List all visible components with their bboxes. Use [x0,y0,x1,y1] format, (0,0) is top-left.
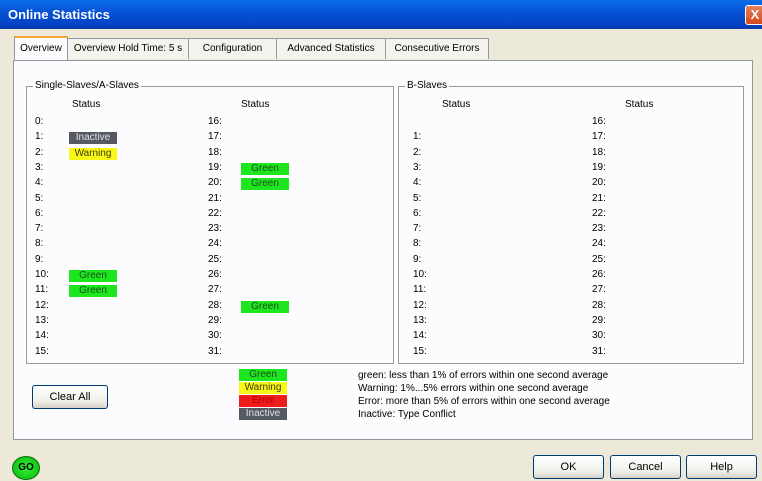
status-header: Status [442,99,471,110]
slave-number: 27: [208,284,222,296]
slave-row: 28: Green [27,300,393,316]
status-chip: Green [241,300,289,313]
tab-consecutive-errors[interactable]: Consecutive Errors [385,38,489,59]
ok-button[interactable]: OK [533,455,604,479]
slave-number: 30: [208,330,222,342]
status-chip: Green [241,178,289,191]
clear-all-button[interactable]: Clear All [32,385,108,409]
slave-number: 16: [208,116,222,127]
slave-number: 22: [208,207,222,219]
legend-text-inactive: Inactive: Type Conflict [358,409,456,420]
cancel-button[interactable]: Cancel [610,455,681,479]
b-slaves-group: B-Slaves Status Status 1: 2: 3: 4: 5: 6: 7: 8: 9… [398,80,744,364]
legend-chip-error: Error [239,395,287,407]
slave-row: 29: [27,315,393,331]
legend-chip-inactive: Inactive [239,408,287,420]
legend-text-warning: Warning: 1%...5% errors within one secon… [358,383,589,394]
single-slaves-title: Single-Slaves/A-Slaves [33,80,141,91]
slave-number: 27: [592,284,606,296]
slave-number: 22: [592,207,606,219]
slave-row: 29: [399,315,743,331]
slave-row: 25: [27,254,393,270]
go-indicator: GO [12,456,40,480]
slave-number: 17: [592,131,606,143]
tab-configuration[interactable]: Configuration [188,38,277,59]
slave-row: 27: [399,284,743,300]
slave-number: 29: [592,314,606,326]
slave-row: 20: Green [27,177,393,193]
slave-row: 17: [399,131,743,147]
slave-row: 25: [399,254,743,270]
slave-number: 25: [592,253,606,265]
status-header: Status [72,99,101,110]
slave-number: 21: [208,192,222,204]
slave-number: 31: [208,345,222,357]
slave-number: 26: [208,269,222,280]
legend-chip-warning: Warning [239,382,287,394]
slave-row: 22: [399,208,743,224]
slave-row: 30: [27,330,393,346]
slave-row: 24: [27,238,393,254]
status-chip: Green [241,162,289,175]
status-header: Status [241,99,270,110]
slave-number: 24: [592,238,606,250]
slave-row: 18: [399,147,743,163]
status-header: Status [625,99,654,110]
slave-number: 16: [592,116,606,127]
b-slaves-title: B-Slaves [405,80,450,91]
slave-number: 19: [208,161,222,173]
help-button[interactable]: Help [686,455,757,479]
single-slaves-group: Single-Slaves/A-Slaves Status Status 0: 1… [26,80,394,364]
slave-row: 23: [399,223,743,239]
slave-number: 28: [592,299,606,311]
close-button[interactable]: X [745,5,762,25]
slave-row: 19: Green [27,162,393,178]
slave-row: 31: [27,346,393,362]
slave-number: 23: [208,223,222,235]
slave-number: 20: [592,177,606,189]
slave-row: 20: [399,177,743,193]
slave-number: 31: [592,345,606,357]
title-bar: Online Statistics X [0,0,762,29]
slave-row: 26: [399,269,743,285]
slave-number: 29: [208,314,222,326]
tab-panel: Single-Slaves/A-Slaves Status Status 0: 1… [13,60,753,440]
tab-overview-hold-time[interactable]: Overview Hold Time: 5 s [67,38,189,59]
slave-row: 28: [399,300,743,316]
window-title: Online Statistics [8,7,110,22]
slave-number: 30: [592,330,606,342]
slave-row: 27: [27,284,393,300]
slave-number: 20: [208,177,222,189]
tab-overview[interactable]: Overview [14,36,68,60]
slave-row: 21: [27,193,393,209]
slave-number: 25: [208,253,222,265]
legend-chip-green: Green [239,369,287,381]
slave-row: 22: [27,208,393,224]
slave-row: 17: [27,131,393,147]
legend-text-green: green: less than 1% of errors within one… [358,370,609,381]
slave-number: 21: [592,192,606,204]
slave-row: 24: [399,238,743,254]
slave-number: 17: [208,131,222,143]
slave-number: 18: [592,146,606,158]
slave-row: 23: [27,223,393,239]
tab-advanced-statistics[interactable]: Advanced Statistics [276,38,386,59]
slave-number: 28: [208,299,222,311]
slave-row: 30: [399,330,743,346]
slave-number: 18: [208,146,222,158]
slave-number: 26: [592,269,606,280]
slave-row: 16: [399,116,743,132]
slave-row: 18: [27,147,393,163]
legend-text-error: Error: more than 5% of errors within one… [358,396,610,407]
slave-row: 26: [27,269,393,285]
slave-row: 19: [399,162,743,178]
slave-row: 16: [27,116,393,132]
slave-row: 21: [399,193,743,209]
slave-number: 24: [208,238,222,250]
slave-number: 23: [592,223,606,235]
slave-row: 31: [399,346,743,362]
slave-number: 19: [592,161,606,173]
